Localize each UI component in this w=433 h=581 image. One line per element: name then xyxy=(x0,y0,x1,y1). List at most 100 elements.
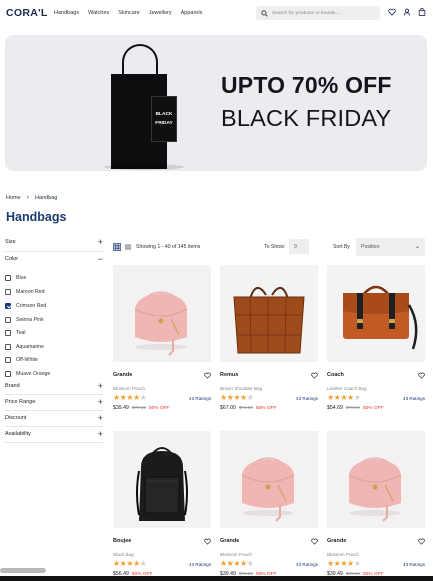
product-image[interactable] xyxy=(113,265,211,362)
product-price: $54.69 xyxy=(327,405,343,411)
listing-toolbar: Showing 1 - 40 of 145 items To Show: 9 S… xyxy=(113,237,425,257)
color-option-seinna-pink[interactable]: Seinna Pink xyxy=(5,317,44,323)
star-rating: ★★★★★ xyxy=(113,393,147,402)
shopping-bag-icon[interactable] xyxy=(418,8,426,16)
product-card[interactable]: Boujee Black Bag ★★★★★ 43 Ratings $56.49… xyxy=(113,431,211,577)
product-price: $39.49 xyxy=(113,405,129,411)
checkbox[interactable] xyxy=(5,344,11,350)
product-card[interactable]: Grande Blossom Pouch ★★★★★ 43 Ratings $3… xyxy=(220,431,318,577)
filter-availability-label: Availability xyxy=(5,431,31,437)
bag-tag-graphic: BLACK FRIDAY xyxy=(151,96,177,142)
star-rating: ★★★★★ xyxy=(113,559,147,568)
filter-size-label: Size xyxy=(5,239,16,245)
color-option-crimson-red[interactable]: Crimson Red xyxy=(5,303,46,309)
product-card[interactable]: Remus Brown Shoulder Bag ★★★★★ 43 Rating… xyxy=(220,265,318,411)
product-card[interactable]: Grande Blossom Pouch ★★★★★ 43 Ratings $3… xyxy=(327,431,425,577)
filter-availability[interactable]: Availability + xyxy=(5,428,103,440)
product-card[interactable]: Coach Leather Coach Bag ★★★★★ 43 Ratings… xyxy=(327,265,425,411)
color-option-maroon-red[interactable]: Maroon Red xyxy=(5,289,45,295)
heart-icon[interactable] xyxy=(204,532,211,550)
pink-bag-image xyxy=(327,431,425,528)
results-count: Showing 1 - 40 of 145 items xyxy=(136,244,201,250)
product-image[interactable] xyxy=(220,431,318,528)
star-rating: ★★★★★ xyxy=(220,559,254,568)
nav-handbags[interactable]: Handbags xyxy=(54,10,79,16)
color-option-aquamarine[interactable]: Aquamarine xyxy=(5,344,44,350)
rating-count[interactable]: 43 Ratings xyxy=(403,562,425,567)
rating-count[interactable]: 43 Ratings xyxy=(189,396,211,401)
heart-icon[interactable] xyxy=(311,532,318,550)
heart-icon[interactable] xyxy=(418,532,425,550)
discount-badge: 50% OFF xyxy=(255,406,277,411)
star-rating: ★★★★★ xyxy=(220,393,254,402)
plus-icon: + xyxy=(97,396,103,407)
sort-select[interactable]: Position ⌄ xyxy=(356,238,425,256)
checkbox[interactable] xyxy=(5,317,11,323)
filter-color-label: Color xyxy=(5,256,19,262)
heart-icon[interactable] xyxy=(311,366,318,384)
checkbox[interactable] xyxy=(5,357,11,363)
product-card[interactable]: Grande Blossom Pouch ★★★★★ 43 Ratings $3… xyxy=(113,265,211,411)
list-view-icon[interactable] xyxy=(124,243,132,251)
rating-count[interactable]: 43 Ratings xyxy=(403,396,425,401)
checkbox[interactable] xyxy=(5,275,11,281)
filter-price-range[interactable]: Price Range + xyxy=(5,396,103,408)
search-input[interactable]: Search for products or brands..... xyxy=(256,6,380,20)
product-name[interactable]: Grande xyxy=(113,372,132,378)
user-icon[interactable] xyxy=(403,8,411,16)
heart-icon[interactable] xyxy=(388,8,396,16)
filter-discount[interactable]: Discount + xyxy=(5,412,103,424)
filter-size[interactable]: Size + xyxy=(5,236,103,248)
checkbox[interactable] xyxy=(5,289,11,295)
filter-color[interactable]: Color − xyxy=(5,253,103,265)
checkbox[interactable] xyxy=(5,371,11,377)
nav-jewellery[interactable]: Jewellery xyxy=(149,10,172,16)
heart-icon[interactable] xyxy=(204,366,211,384)
product-image[interactable] xyxy=(113,431,211,528)
promo-banner[interactable] xyxy=(5,35,427,171)
nav-skincare[interactable]: Skincare xyxy=(118,10,139,16)
color-option-label: Crimson Red xyxy=(16,303,47,309)
to-show-label: To Show: xyxy=(264,244,286,250)
original-price: $78.66 xyxy=(345,405,360,410)
rating-count[interactable]: 43 Ratings xyxy=(296,396,318,401)
bag-handle-graphic xyxy=(122,44,158,78)
breadcrumb-home[interactable]: Home xyxy=(6,195,21,201)
banner-subtitle: BLACK FRIDAY xyxy=(221,105,392,131)
product-image[interactable] xyxy=(327,265,425,362)
filter-brand[interactable]: Brand + xyxy=(5,380,103,392)
color-option-teal[interactable]: Teal xyxy=(5,330,26,336)
nav-apparels[interactable]: Apparels xyxy=(181,10,203,16)
product-name[interactable]: Grande xyxy=(327,538,346,544)
product-name[interactable]: Remus xyxy=(220,372,238,378)
product-image[interactable] xyxy=(327,431,425,528)
sort-select-value: Position xyxy=(361,244,380,250)
nav-watches[interactable]: Watches xyxy=(88,10,109,16)
heart-icon[interactable] xyxy=(418,366,425,384)
product-name[interactable]: Coach xyxy=(327,372,344,378)
header-icons xyxy=(388,8,426,16)
filter-price-range-label: Price Range xyxy=(5,399,36,405)
horizontal-scrollbar[interactable] xyxy=(0,568,46,573)
checkbox-checked[interactable] xyxy=(5,303,11,309)
rating-count[interactable]: 43 Ratings xyxy=(296,562,318,567)
rating-count[interactable]: 43 Ratings xyxy=(189,562,211,567)
color-option-off-white[interactable]: Off-White xyxy=(5,357,38,363)
color-option-blue[interactable]: Blue xyxy=(5,275,26,281)
sort-by-label: Sort By xyxy=(333,244,351,250)
star-rating: ★★★★★ xyxy=(327,393,361,402)
color-option-muave-orange[interactable]: Muave Orange xyxy=(5,371,50,377)
breadcrumb-current: Handbag xyxy=(35,194,58,201)
product-image[interactable] xyxy=(220,265,318,362)
chevron-down-icon: ⌄ xyxy=(414,244,420,250)
checkbox[interactable] xyxy=(5,330,11,336)
product-name[interactable]: Grande xyxy=(220,538,239,544)
color-option-label: Seinna Pink xyxy=(16,317,44,323)
logo[interactable]: CORA'L xyxy=(6,7,48,19)
divider xyxy=(5,410,103,411)
product-name[interactable]: Boujee xyxy=(113,538,131,544)
star-rating: ★★★★★ xyxy=(327,559,361,568)
color-option-label: Maroon Red xyxy=(16,289,45,295)
to-show-input[interactable]: 9 xyxy=(289,239,309,254)
grid-view-icon[interactable] xyxy=(113,243,121,251)
